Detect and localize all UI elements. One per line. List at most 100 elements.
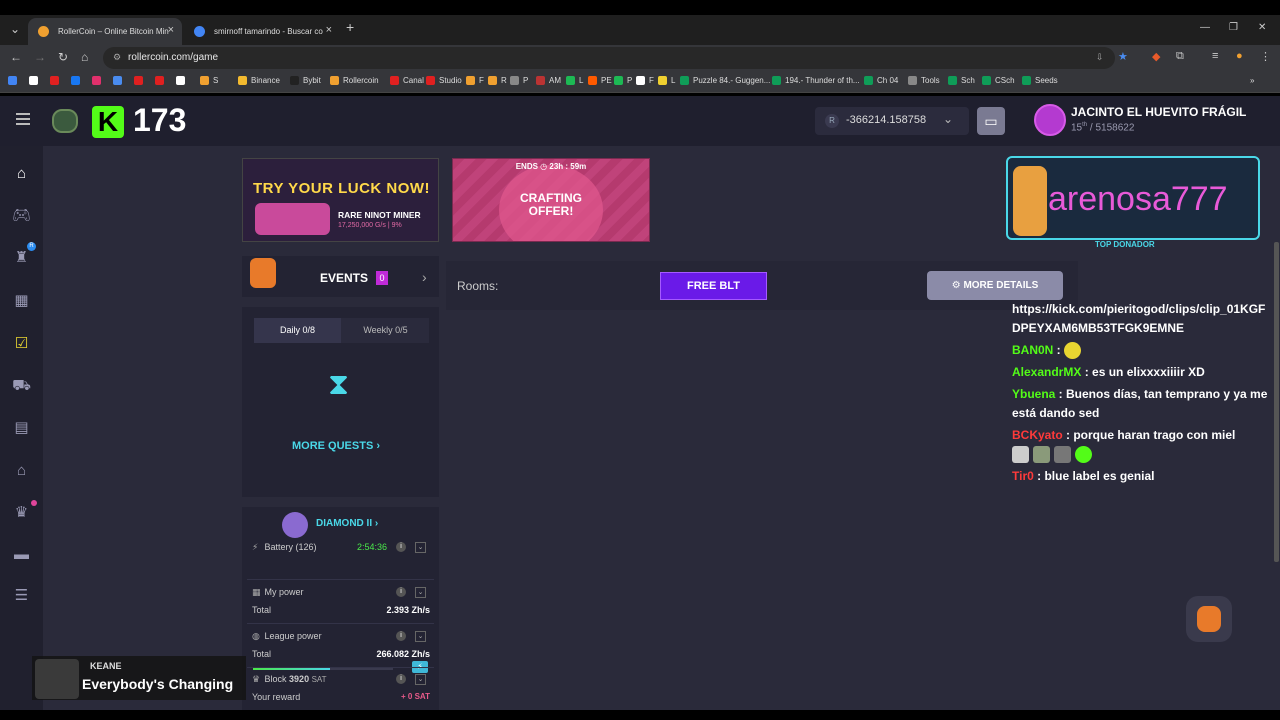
league-link[interactable]: DIAMOND II › — [316, 518, 378, 529]
site-info-icon[interactable]: ⚙ — [113, 52, 121, 63]
wallet-button[interactable]: ▭ — [977, 107, 1005, 135]
gamepad-icon[interactable]: 🎮︎ — [12, 206, 31, 225]
info-icon[interactable]: i — [396, 587, 406, 597]
bookmark-item[interactable]: P — [614, 76, 632, 85]
bookmark-item[interactable]: Binance — [238, 76, 280, 85]
bookmark-favicon-icon — [588, 76, 597, 85]
balance-value: -366214.158758 — [846, 114, 927, 126]
pet-button[interactable] — [1186, 596, 1232, 642]
events-card[interactable]: EVENTS 0 › — [242, 256, 439, 297]
more-details-button[interactable]: ⚙ MORE DETAILS — [927, 271, 1063, 300]
bookmark-icon[interactable] — [8, 76, 17, 85]
bookmark-icon[interactable] — [50, 76, 59, 85]
bookmark-item[interactable]: Sch — [948, 76, 975, 85]
more-quests-link[interactable]: MORE QUESTS › — [292, 440, 380, 452]
bookmark-icon[interactable] — [155, 76, 164, 85]
reload-icon[interactable]: ↻ — [58, 50, 68, 64]
user-avatar[interactable] — [1034, 104, 1066, 136]
store-icon[interactable]: ▤ — [12, 418, 31, 437]
info-icon[interactable]: i — [396, 542, 406, 552]
top-donor-widget: arenosa777 — [1006, 156, 1260, 240]
bookmark-item[interactable]: L — [658, 76, 675, 85]
inventory-icon[interactable]: ▬ — [12, 545, 31, 564]
minimize-icon[interactable]: — — [1200, 22, 1210, 33]
home-icon[interactable]: ⌂ — [81, 50, 88, 64]
bookmark-item[interactable]: Rollercoin — [330, 76, 379, 85]
top-donor-label: TOP DONADOR — [1095, 240, 1155, 249]
bookmark-item[interactable]: AM — [536, 76, 561, 85]
bookmark-icon[interactable] — [113, 76, 122, 85]
diamond-league-icon — [282, 512, 308, 538]
more-bookmarks-icon[interactable]: » — [1250, 76, 1254, 85]
bookmark-item[interactable]: Tools — [908, 76, 940, 85]
info-icon[interactable]: i — [396, 674, 406, 684]
close-tab-icon[interactable]: × — [326, 24, 332, 36]
back-icon[interactable]: ← — [10, 50, 22, 64]
bookmark-icon[interactable] — [71, 76, 80, 85]
close-window-icon[interactable]: ✕ — [1258, 22, 1266, 33]
install-icon[interactable]: ⇩ — [1096, 52, 1104, 63]
maximize-icon[interactable]: ❐ — [1229, 22, 1238, 33]
bookmark-item[interactable]: Bybit — [290, 76, 321, 85]
bookmark-item[interactable]: PE — [588, 76, 612, 85]
info-icon[interactable]: i — [396, 631, 406, 641]
menu-kebab-icon[interactable]: ⋮ — [1260, 50, 1271, 63]
url-input[interactable]: ⚙ rollercoin.com/game ⇩ — [103, 47, 1115, 69]
bookmark-item[interactable]: Ch 04 — [864, 76, 898, 85]
bookmark-item[interactable]: 194.- Thunder of th... — [772, 76, 860, 85]
bookmark-item[interactable]: F — [466, 76, 484, 85]
tab-weekly[interactable]: Weekly 0/5 — [342, 318, 429, 343]
forward-icon[interactable]: → — [34, 50, 46, 64]
bookmark-icon[interactable] — [29, 76, 38, 85]
tab-search-icon[interactable]: ⌄ — [10, 22, 20, 36]
expand-icon[interactable]: ⌄ — [415, 631, 426, 642]
bookmark-item[interactable]: CSch — [982, 76, 1015, 85]
browser-tab-search[interactable]: smirnoff tamarindo - Buscar co × — [184, 18, 340, 45]
bookmark-item[interactable]: F — [636, 76, 654, 85]
quests-calendar-icon[interactable]: ☑ — [12, 334, 31, 353]
new-tab-icon[interactable]: + — [346, 19, 354, 35]
home-icon[interactable]: ⌂ — [12, 164, 31, 183]
google-favicon-icon — [194, 26, 205, 37]
profile-icon[interactable]: ● — [1236, 50, 1243, 62]
menu-icon[interactable] — [16, 113, 30, 128]
browser-tab-rollercoin[interactable]: RollerCoin – Online Bitcoin Min × — [28, 18, 182, 45]
balance-selector[interactable]: R -366214.158758 ⌄ — [815, 107, 969, 135]
try-luck-banner[interactable]: TRY YOUR LUCK NOW! RARE NINOT MINER 17,2… — [242, 158, 439, 242]
expand-icon[interactable]: ⌄ — [415, 587, 426, 598]
extensions-puzzle-icon[interactable]: ⧉ — [1176, 50, 1184, 63]
trophy-icon[interactable]: ♛ — [12, 503, 31, 522]
bookmark-item[interactable]: P — [510, 76, 528, 85]
rewards-icon[interactable]: ♜ — [12, 248, 31, 267]
ends-timer: ENDS ◷ 23h : 59m — [515, 162, 587, 171]
bookmark-favicon-icon — [636, 76, 645, 85]
scrollbar[interactable] — [1274, 242, 1279, 562]
bookmark-star-icon[interactable]: ★ — [1118, 50, 1128, 63]
bookmark-item[interactable]: Canal — [390, 76, 424, 85]
expand-icon[interactable]: ⌄ — [415, 674, 426, 685]
marketplace-cart-icon[interactable]: ⛟ — [12, 376, 31, 395]
bookmark-favicon-icon — [134, 76, 143, 85]
bookmark-favicon-icon — [390, 76, 399, 85]
bank-icon[interactable]: ⌂ — [12, 461, 31, 480]
news-icon[interactable]: ☰ — [12, 586, 31, 605]
bookmark-icon[interactable] — [134, 76, 143, 85]
bookmark-item[interactable]: Seeds — [1022, 76, 1058, 85]
bookmark-item[interactable]: L — [566, 76, 583, 85]
extension-icon[interactable]: ◆ — [1152, 50, 1160, 63]
bookmark-icon[interactable] — [176, 76, 185, 85]
bookmark-item[interactable]: Puzzle 84.- Guggen... — [680, 76, 770, 85]
close-tab-icon[interactable]: × — [168, 24, 174, 36]
expand-icon[interactable]: ⌄ — [415, 542, 426, 553]
crafting-offer-banner[interactable]: ENDS ◷ 23h : 59m CRAFTING OFFER! — [452, 158, 650, 242]
media-control-icon[interactable]: ≡ — [1212, 50, 1218, 62]
bookmark-item[interactable]: Studio — [426, 76, 462, 85]
free-blt-button[interactable]: FREE BLT — [660, 272, 767, 300]
user-name[interactable]: JACINTO EL HUEVITO FRÁGIL — [1071, 105, 1246, 119]
bookmark-item[interactable]: S — [200, 76, 218, 85]
bookmark-icon[interactable] — [92, 76, 101, 85]
crafting-icon[interactable]: ▦ — [12, 291, 31, 310]
bookmark-item[interactable]: R — [488, 76, 507, 85]
tab-daily[interactable]: Daily 0/8 — [254, 318, 341, 343]
stream-chat: https://kick.com/pieritogod/clips/clip_0… — [1012, 300, 1272, 489]
